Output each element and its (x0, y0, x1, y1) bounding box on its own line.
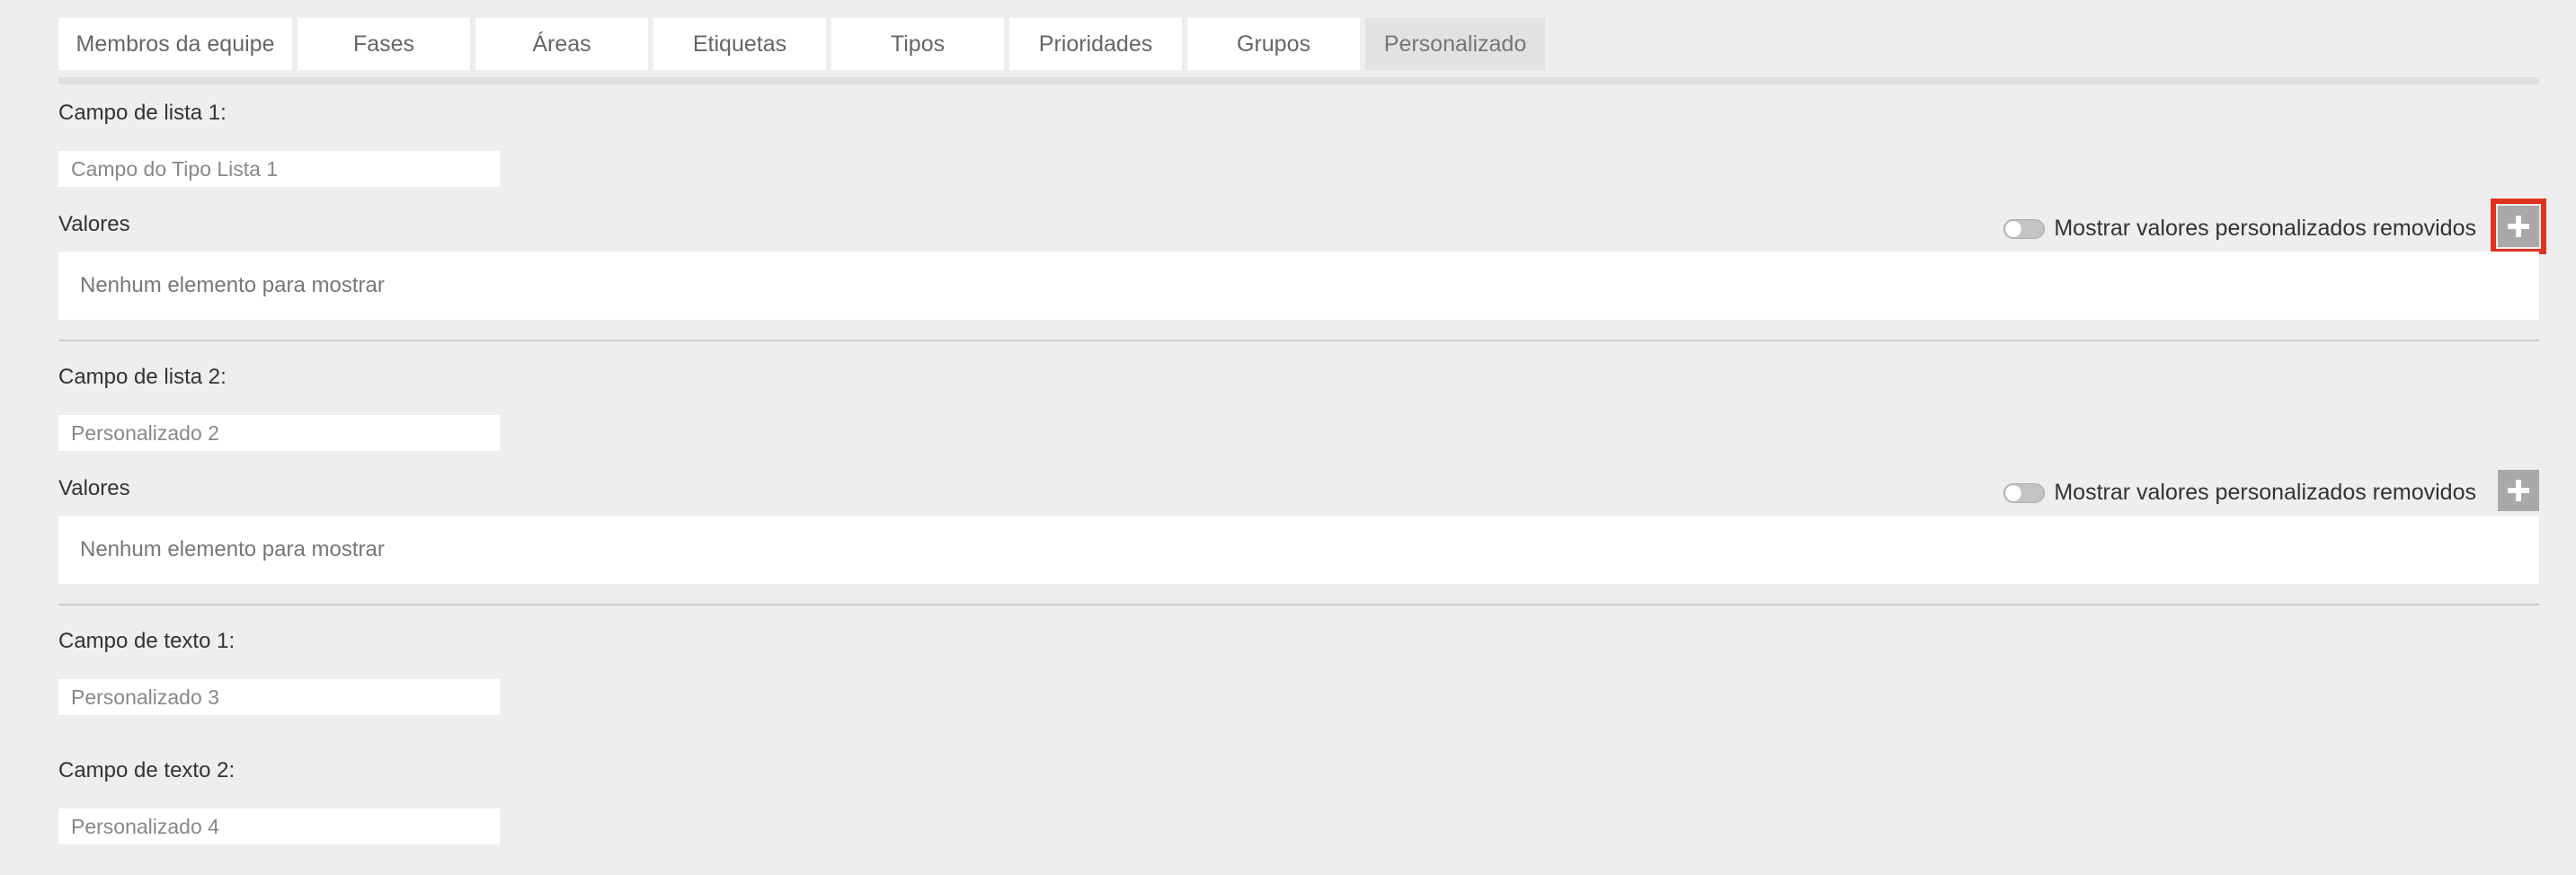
text-field-2-input[interactable] (58, 809, 500, 844)
text-field-1-label: Campo de texto 1: (58, 629, 235, 653)
text-field-2-label: Campo de texto 2: (58, 758, 235, 782)
text-fields-section: Campo de texto 1: Campo de texto 2: (58, 0, 2539, 875)
text-field-1-input[interactable] (58, 679, 500, 715)
